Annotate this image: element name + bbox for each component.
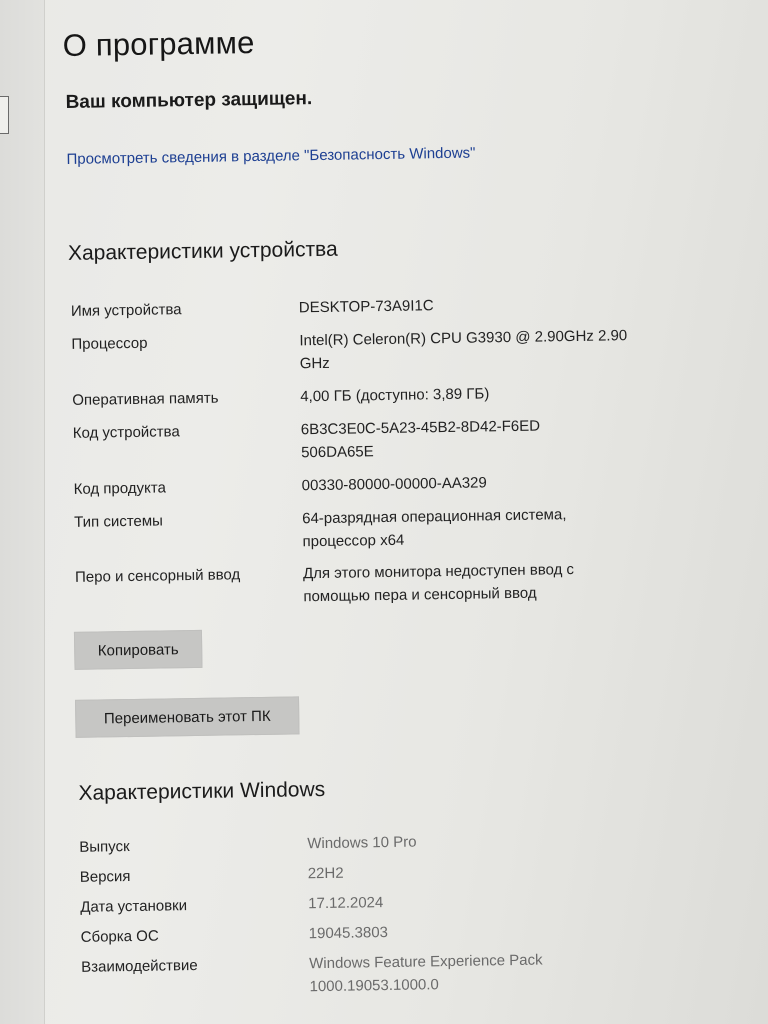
- spec-row-install-date: Дата установки 17.12.2024: [80, 886, 700, 916]
- spec-value: 19045.3803: [308, 923, 389, 943]
- settings-window: О программе Ваш компьютер защищен. Просм…: [0, 0, 768, 1024]
- spec-row-device-id: Код устройства 6B3C3E0C-5A23-45B2-8D42-F…: [73, 412, 693, 462]
- windows-security-link[interactable]: Просмотреть сведения в разделе "Безопасн…: [66, 141, 486, 172]
- protection-status: Ваш компьютер защищен.: [65, 88, 313, 113]
- spec-row-ram: Оперативная память 4,00 ГБ (доступно: 3,…: [72, 379, 692, 409]
- spec-row-os-build: Сборка ОС 19045.3803: [81, 916, 701, 946]
- rename-pc-button[interactable]: Переименовать этот ПК: [74, 696, 300, 738]
- spec-value: Для этого монитора недоступен ввод с пом…: [302, 561, 575, 606]
- spec-row-version: Версия 22H2: [80, 856, 700, 886]
- spec-label: Версия: [79, 868, 131, 886]
- settings-nav-strip: [0, 0, 45, 1024]
- device-specs-heading: Характеристики устройства: [67, 237, 338, 265]
- spec-label: Дата установки: [80, 897, 188, 916]
- spec-label: Выпуск: [79, 838, 130, 856]
- spec-label: Оперативная память: [72, 389, 219, 409]
- spec-value: 4,00 ГБ (доступно: 3,89 ГБ): [300, 385, 490, 406]
- spec-label: Перо и сенсорный ввод: [74, 566, 241, 586]
- spec-row-experience: Взаимодействие Windows Feature Experienc…: [81, 946, 701, 996]
- page-title: О программе: [62, 24, 255, 63]
- copy-button[interactable]: Копировать: [73, 629, 203, 670]
- spec-row-product-id: Код продукта 00330-80000-00000-AA329: [74, 468, 694, 497]
- spec-value: DESKTOP-73A9I1C: [298, 297, 434, 317]
- spec-row-pen-touch: Перо и сенсорный ввод Для этого монитора…: [75, 556, 695, 605]
- spec-label: Процессор: [71, 334, 148, 353]
- spec-value: 64-разрядная операционная система, проце…: [302, 506, 567, 551]
- search-box-edge[interactable]: [0, 96, 9, 134]
- spec-value: Windows 10 Pro: [307, 833, 417, 853]
- spec-value: 6B3C3E0C-5A23-45B2-8D42-F6ED506DA65E: [300, 417, 541, 462]
- spec-label: Код продукта: [73, 479, 166, 498]
- spec-label: Тип системы: [74, 512, 164, 531]
- spec-value: 17.12.2024: [308, 894, 384, 913]
- spec-row-edition: Выпуск Windows 10 Pro: [79, 826, 699, 856]
- spec-label: Код устройства: [72, 423, 180, 442]
- spec-row-device-name: Имя устройства DESKTOP-73A9I1C: [71, 290, 691, 320]
- spec-value: Windows Feature Experience Pack 1000.190…: [309, 951, 543, 996]
- spec-label: Имя устройства: [70, 301, 182, 320]
- spec-label: Сборка ОС: [80, 927, 159, 946]
- spec-value: 22H2: [307, 864, 344, 883]
- spec-value: Intel(R) Celeron(R) CPU G3930 @ 2.90GHz …: [299, 327, 628, 373]
- spec-value: 00330-80000-00000-AA329: [301, 474, 487, 495]
- spec-row-processor: Процессор Intel(R) Celeron(R) CPU G3930 …: [71, 323, 691, 372]
- spec-label: Взаимодействие: [81, 956, 198, 976]
- windows-specs-heading: Характеристики Windows: [78, 777, 326, 805]
- spec-row-system-type: Тип системы 64-разрядная операционная си…: [74, 501, 694, 550]
